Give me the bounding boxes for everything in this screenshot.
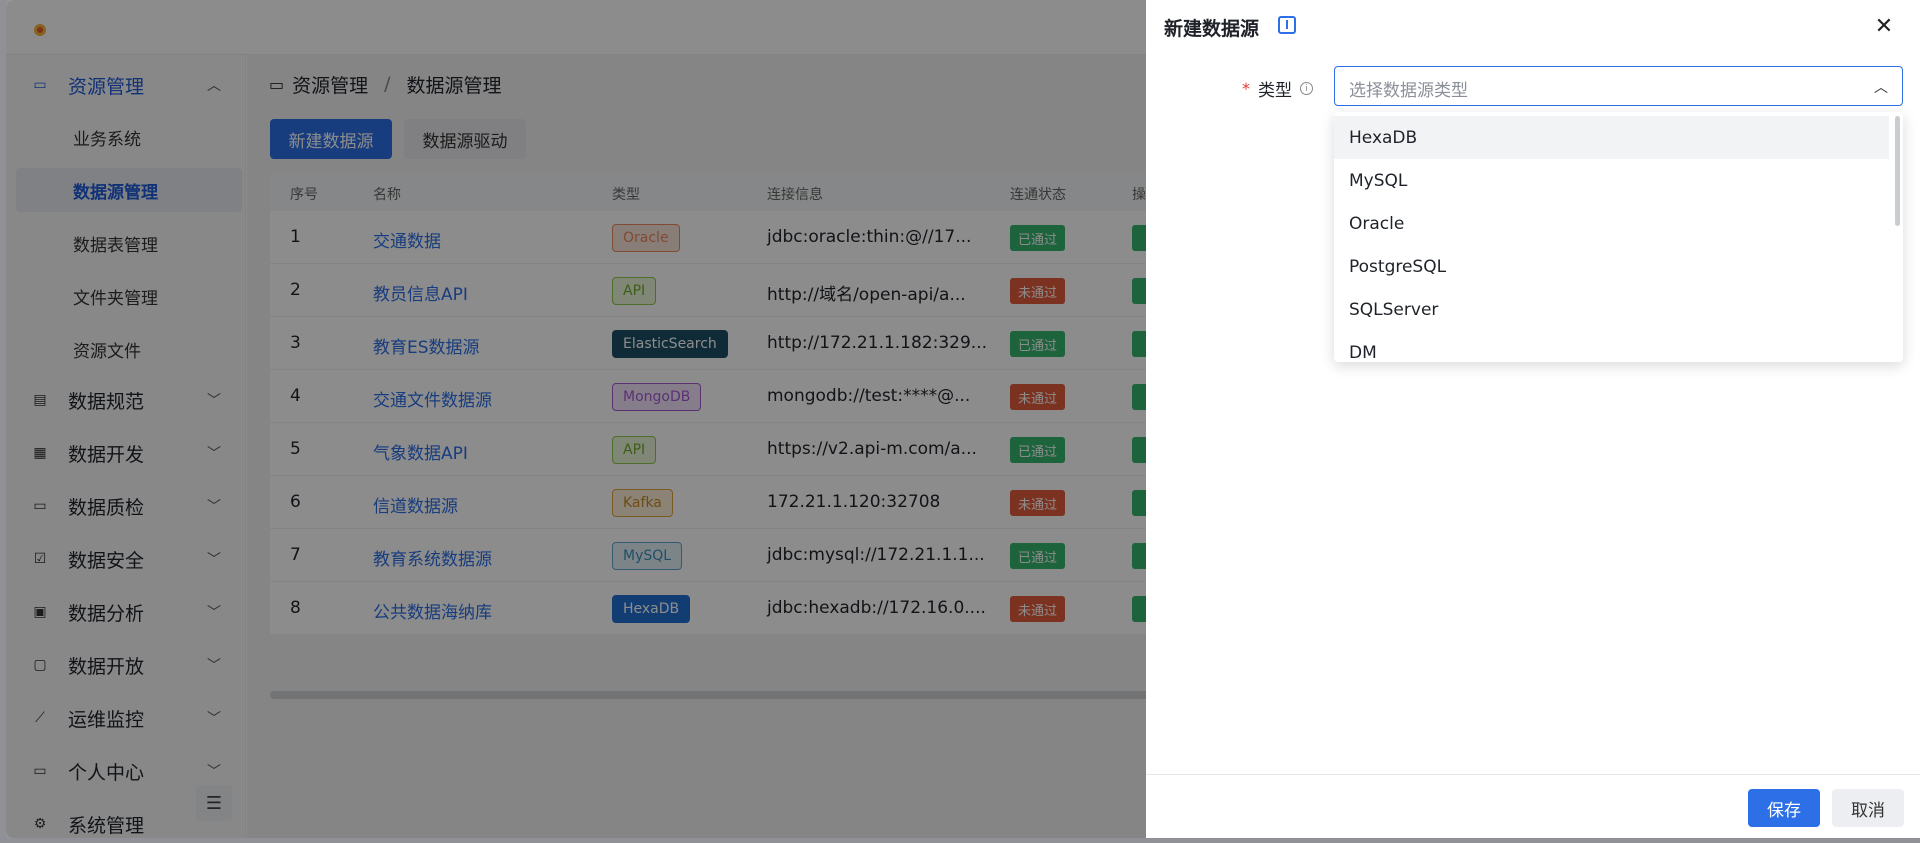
option-hexadb[interactable]: HexaDB xyxy=(1334,116,1889,159)
option-label: MySQL xyxy=(1349,170,1408,191)
option-sqlserver[interactable]: SQLServer xyxy=(1334,288,1889,331)
option-label: Oracle xyxy=(1349,213,1405,234)
info-icon[interactable]: i xyxy=(1300,82,1313,95)
save-button[interactable]: 保存 xyxy=(1748,789,1820,827)
option-label: DM xyxy=(1349,342,1377,363)
dropdown-scrollbar[interactable] xyxy=(1895,116,1900,226)
option-mysql[interactable]: MySQL xyxy=(1334,159,1889,202)
type-field-label: * 类型 i xyxy=(1242,76,1313,101)
option-oracle[interactable]: Oracle xyxy=(1334,202,1889,245)
type-dropdown: HexaDB MySQL Oracle PostgreSQL SQLServer… xyxy=(1334,112,1903,362)
option-label: SQLServer xyxy=(1349,299,1439,320)
option-label: PostgreSQL xyxy=(1349,256,1447,277)
chevron-up-icon: ︿ xyxy=(1874,80,1888,96)
new-datasource-drawer: 新建数据源 ✕ * 类型 i 选择数据源类型 ︿ HexaDB MySQL Or… xyxy=(1146,0,1920,838)
drawer-footer: 保存 取消 xyxy=(1146,774,1920,838)
option-postgresql[interactable]: PostgreSQL xyxy=(1334,245,1889,288)
drawer-title: 新建数据源 xyxy=(1164,18,1260,40)
option-dm[interactable]: DM xyxy=(1334,331,1889,363)
select-placeholder: 选择数据源类型 xyxy=(1349,81,1468,101)
datasource-type-select[interactable]: 选择数据源类型 ︿ xyxy=(1334,66,1903,106)
book-icon[interactable] xyxy=(1278,16,1296,34)
close-icon[interactable]: ✕ xyxy=(1872,14,1896,39)
option-label: HexaDB xyxy=(1349,127,1418,148)
cancel-button[interactable]: 取消 xyxy=(1832,789,1904,827)
required-mark: * xyxy=(1242,79,1250,98)
type-label-text: 类型 xyxy=(1258,81,1292,101)
drawer-header: 新建数据源 ✕ xyxy=(1146,0,1920,52)
